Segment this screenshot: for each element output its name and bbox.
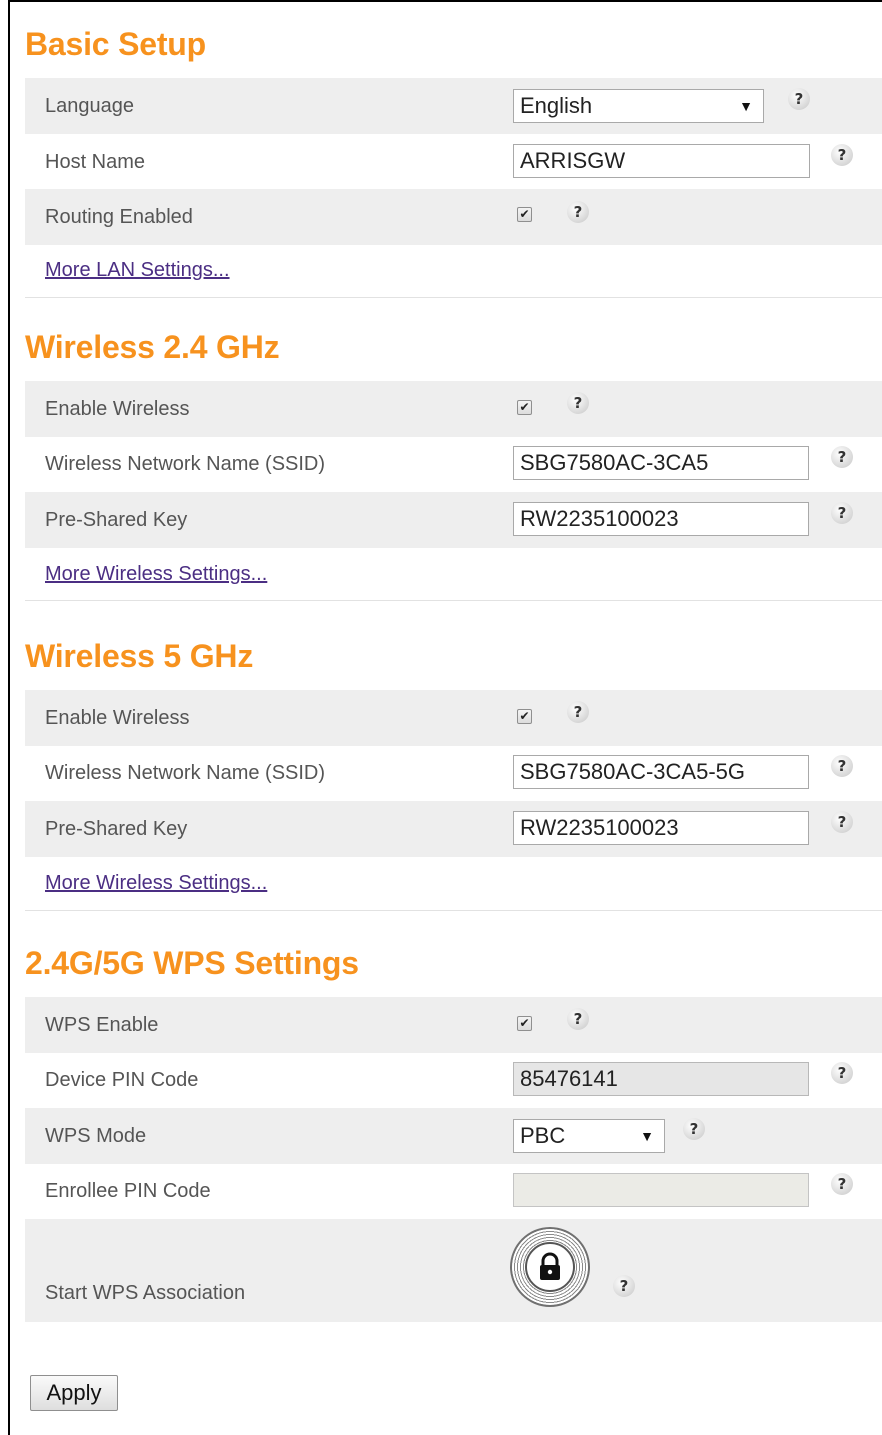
help-icon[interactable]: ? (831, 1173, 853, 1195)
language-label: Language (45, 95, 134, 117)
help-icon[interactable]: ? (788, 88, 810, 110)
language-row: Language English ▼ ? (25, 78, 882, 134)
enable-wireless-5-row: Enable Wireless ✔ ? (25, 690, 882, 746)
psk-24-row: Pre-Shared Key ? (25, 492, 882, 548)
device-pin-field (513, 1062, 809, 1096)
enable-wireless-24-row: Enable Wireless ✔ ? (25, 381, 882, 437)
help-icon[interactable]: ? (567, 201, 589, 223)
wps-mode-select[interactable]: PBC ▼ (513, 1119, 665, 1153)
psk-5-input[interactable] (513, 811, 809, 845)
start-wps-label: Start WPS Association (45, 1282, 246, 1304)
section-divider (25, 910, 882, 911)
ssid-label: Wireless Network Name (SSID) (45, 762, 326, 784)
enrollee-pin-row: Enrollee PIN Code ? (25, 1163, 882, 1219)
language-select[interactable]: English ▼ (513, 89, 764, 123)
wps-mode-label: WPS Mode (45, 1125, 147, 1147)
ssid-24-input[interactable] (513, 446, 809, 480)
wps-mode-row: WPS Mode PBC ▼ ? (25, 1108, 882, 1164)
wps-enable-row: WPS Enable ✔ ? (25, 997, 882, 1053)
lock-icon (540, 1252, 560, 1280)
help-icon[interactable]: ? (831, 502, 853, 524)
enable-wireless-24-checkbox[interactable]: ✔ (517, 400, 532, 415)
help-icon[interactable]: ? (831, 811, 853, 833)
wps-button-face (525, 1242, 575, 1292)
window-top-border (8, 0, 882, 2)
host-name-row: Host Name ? (25, 134, 882, 190)
host-name-label: Host Name (45, 151, 146, 173)
help-icon[interactable]: ? (567, 701, 589, 723)
routing-enabled-label: Routing Enabled (45, 206, 193, 228)
wps-enable-label: WPS Enable (45, 1014, 159, 1036)
help-icon[interactable]: ? (831, 144, 853, 166)
help-icon[interactable]: ? (683, 1118, 705, 1140)
enrollee-pin-label: Enrollee PIN Code (45, 1180, 211, 1202)
ssid-5-row: Wireless Network Name (SSID) ? (25, 745, 882, 801)
device-pin-label: Device PIN Code (45, 1069, 199, 1091)
enable-wireless-5-checkbox[interactable]: ✔ (517, 709, 532, 724)
help-icon[interactable]: ? (831, 755, 853, 777)
ssid-24-row: Wireless Network Name (SSID) ? (25, 436, 882, 492)
help-icon[interactable]: ? (831, 446, 853, 468)
more-lan-settings-link[interactable]: More LAN Settings... (45, 259, 230, 282)
help-icon[interactable]: ? (831, 1062, 853, 1084)
language-select-value: English (520, 93, 593, 118)
more-wireless-settings-24-link[interactable]: More Wireless Settings... (45, 563, 267, 586)
section-divider (25, 600, 882, 601)
window-left-border (8, 0, 10, 1435)
ssid-label: Wireless Network Name (SSID) (45, 453, 326, 475)
enable-wireless-label: Enable Wireless (45, 398, 190, 420)
chevron-down-icon: ▼ (739, 98, 753, 114)
more-wireless-settings-5-link[interactable]: More Wireless Settings... (45, 872, 267, 895)
help-icon[interactable]: ? (567, 1008, 589, 1030)
apply-button[interactable]: Apply (30, 1375, 118, 1411)
psk-24-input[interactable] (513, 502, 809, 536)
wireless-24-title: Wireless 2.4 GHz (25, 329, 280, 365)
basic-setup-title: Basic Setup (25, 26, 206, 62)
psk-label: Pre-Shared Key (45, 509, 188, 531)
psk-5-row: Pre-Shared Key ? (25, 801, 882, 857)
routing-enabled-checkbox[interactable]: ✔ (517, 207, 532, 222)
wps-settings-title: 2.4G/5G WPS Settings (25, 945, 359, 981)
host-name-input[interactable] (513, 144, 810, 178)
start-wps-row: Start WPS Association ? (25, 1219, 882, 1322)
wps-enable-checkbox[interactable]: ✔ (517, 1016, 532, 1031)
enrollee-pin-input[interactable] (513, 1173, 809, 1207)
routing-enabled-row: Routing Enabled ✔ ? (25, 189, 882, 245)
help-icon[interactable]: ? (613, 1275, 635, 1297)
chevron-down-icon: ▼ (640, 1128, 654, 1144)
device-pin-row: Device PIN Code ? (25, 1052, 882, 1108)
wps-mode-select-value: PBC (520, 1123, 566, 1148)
ssid-5-input[interactable] (513, 755, 809, 789)
wireless-5-title: Wireless 5 GHz (25, 638, 254, 674)
enable-wireless-label: Enable Wireless (45, 707, 190, 729)
help-icon[interactable]: ? (567, 392, 589, 414)
psk-label: Pre-Shared Key (45, 818, 188, 840)
section-divider (25, 297, 882, 298)
wps-push-button[interactable] (510, 1227, 590, 1307)
